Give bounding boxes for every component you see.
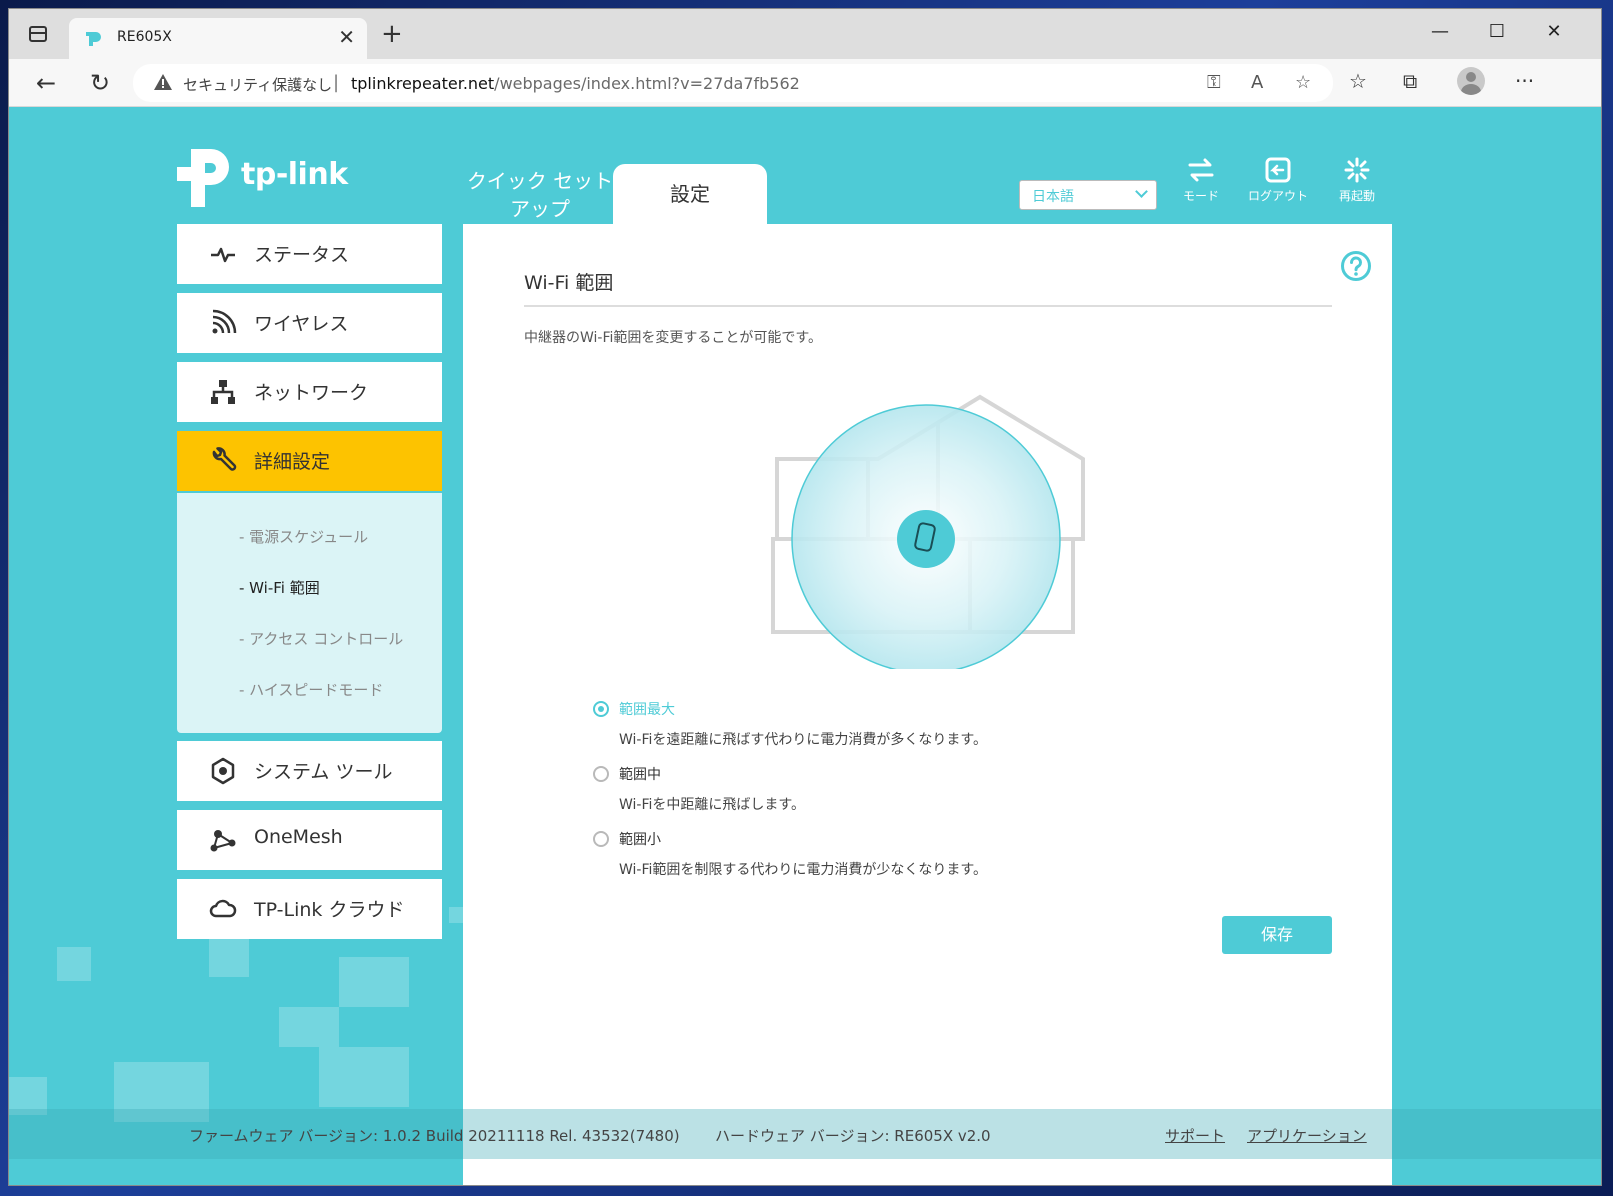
logout-icon — [1265, 157, 1291, 183]
router-page: tp-link クイック セット アップ 設定 日本語 モード ログアウト 再起… — [9, 107, 1601, 1185]
wireless-icon — [212, 309, 237, 334]
page-description: 中継器のWi-Fi範囲を変更することが可能です。 — [524, 330, 822, 346]
mode-button[interactable]: モード — [1166, 157, 1236, 204]
page-title: Wi-Fi 範囲 — [524, 272, 614, 294]
sidebar-item-system-tools[interactable]: システム ツール — [177, 741, 442, 801]
page-footer: ファームウェア バージョン: 1.0.2 Build 20211118 Rel.… — [9, 1109, 1601, 1159]
sidebar-item-label: ステータス — [254, 244, 350, 266]
chevron-down-icon — [1135, 185, 1148, 198]
content-panel: Wi-Fi 範囲 中継器のWi-Fi範囲を変更することが可能です。 範囲最大 W… — [463, 224, 1392, 1185]
address-bar: ← ↻ セキュリティ保護なし | tplinkrepeater.net/webp… — [9, 59, 1601, 107]
sidebar-item-label: ワイヤレス — [254, 313, 349, 335]
title-divider — [524, 305, 1332, 307]
decor-square — [57, 947, 91, 981]
app-link[interactable]: アプリケーション — [1247, 1125, 1367, 1146]
maximize-icon[interactable]: ☐ — [1482, 21, 1512, 42]
radio-range-max[interactable] — [593, 701, 609, 717]
range-mid-description: Wi-Fiを中距離に飛ばします。 — [619, 797, 805, 813]
favorites-icon[interactable]: ☆ — [1349, 69, 1367, 93]
tab-close-icon[interactable]: ✕ — [338, 25, 355, 49]
warning-icon — [154, 74, 172, 90]
language-select[interactable]: 日本語 — [1019, 180, 1157, 210]
sidebar-item-cloud[interactable]: TP-Link クラウド — [177, 879, 442, 939]
tab-actions-icon[interactable] — [29, 26, 47, 42]
tab-settings[interactable]: 設定 — [613, 164, 767, 224]
decor-square — [209, 937, 249, 977]
profile-avatar[interactable] — [1457, 67, 1485, 95]
sidebar-item-advanced[interactable]: 詳細設定 — [177, 431, 442, 491]
gear-icon — [211, 757, 235, 785]
browser-tab[interactable]: RE605X ✕ — [69, 18, 367, 59]
network-icon — [211, 380, 235, 404]
pulse-icon — [211, 247, 235, 263]
save-button[interactable]: 保存 — [1222, 916, 1332, 954]
hardware-version: ハードウェア バージョン: RE605X v2.0 — [715, 1127, 991, 1145]
sidebar-item-label: OneMesh — [254, 826, 343, 848]
range-max-description: Wi-Fiを遠距離に飛ばす代わりに電力消費が多くなります。 — [619, 732, 987, 748]
tab-title: RE605X — [117, 29, 172, 45]
tplink-logo-icon — [177, 149, 229, 207]
cloud-icon — [209, 899, 237, 918]
more-icon[interactable]: ··· — [1515, 69, 1534, 93]
sidebar-item-label: ネットワーク — [254, 382, 369, 404]
advanced-submenu: - 電源スケジュール - Wi-Fi 範囲 - アクセス コントロール - ハイ… — [177, 493, 442, 733]
decor-square — [449, 907, 463, 923]
decor-square — [339, 957, 409, 1007]
language-value: 日本語 — [1032, 189, 1074, 205]
reload-icon[interactable]: ↻ — [85, 68, 115, 98]
decor-square — [319, 1047, 409, 1107]
back-icon[interactable]: ← — [31, 68, 61, 98]
mode-switch-icon — [1188, 158, 1214, 182]
add-favorite-icon[interactable]: ☆ — [1295, 72, 1311, 93]
minimize-icon[interactable]: — — [1425, 21, 1455, 42]
collections-icon[interactable]: ⧉ — [1403, 69, 1417, 93]
tplink-logo: tp-link — [177, 147, 357, 209]
read-aloud-icon[interactable]: A — [1251, 72, 1263, 93]
radio-range-min[interactable] — [593, 831, 609, 847]
range-mid-label: 範囲中 — [619, 767, 661, 783]
key-icon[interactable]: ⚿ — [1207, 72, 1221, 93]
logout-label: ログアウト — [1247, 189, 1308, 203]
tab-quick-setup[interactable]: クイック セット アップ — [465, 167, 615, 223]
mesh-icon — [210, 830, 236, 852]
window-close-icon[interactable]: ✕ — [1539, 21, 1569, 42]
reboot-icon — [1344, 157, 1370, 183]
submenu-item-access-control[interactable]: - アクセス コントロール — [239, 628, 403, 649]
sidebar-item-label: システム ツール — [254, 761, 393, 783]
firmware-version: ファームウェア バージョン: 1.0.2 Build 20211118 Rel.… — [189, 1127, 680, 1145]
mode-label: モード — [1182, 189, 1219, 203]
decor-square — [279, 1007, 339, 1047]
url-text: tplinkrepeater.net/webpages/index.html?v… — [351, 74, 800, 93]
reboot-label: 再起動 — [1338, 189, 1375, 203]
sidebar-item-status[interactable]: ステータス — [177, 224, 442, 284]
range-min-label: 範囲小 — [619, 832, 661, 848]
sidebar-item-label: 詳細設定 — [254, 451, 331, 473]
sidebar-item-onemesh[interactable]: OneMesh — [177, 810, 442, 870]
url-separator: | — [333, 72, 340, 93]
tplink-favicon-icon — [86, 32, 101, 46]
range-max-label: 範囲最大 — [619, 702, 675, 718]
support-link[interactable]: サポート — [1165, 1125, 1225, 1146]
sidebar-item-wireless[interactable]: ワイヤレス — [177, 293, 442, 353]
wifi-range-illustration — [771, 394, 1085, 669]
logo-text: tp-link — [241, 157, 348, 192]
submenu-item-high-speed-mode[interactable]: - ハイスピードモード — [239, 679, 383, 700]
reboot-button[interactable]: 再起動 — [1322, 157, 1392, 204]
wrench-icon — [212, 447, 237, 471]
url-field[interactable]: セキュリティ保護なし | tplinkrepeater.net/webpages… — [133, 64, 1333, 102]
sidebar-item-label: TP-Link クラウド — [254, 899, 405, 921]
range-min-description: Wi-Fi範囲を制限する代わりに電力消費が少なくなります。 — [619, 862, 987, 878]
tab-bar: RE605X ✕ + — ☐ ✕ — [9, 9, 1601, 59]
browser-window: RE605X ✕ + — ☐ ✕ ← ↻ セキュリティ保護なし | tplink… — [8, 8, 1602, 1186]
submenu-item-wifi-range[interactable]: - Wi-Fi 範囲 — [239, 577, 320, 598]
security-status: セキュリティ保護なし — [183, 76, 333, 94]
sidebar-item-network[interactable]: ネットワーク — [177, 362, 442, 422]
new-tab-icon[interactable]: + — [381, 21, 403, 47]
help-icon[interactable] — [1340, 250, 1372, 282]
logout-button[interactable]: ログアウト — [1243, 157, 1313, 204]
submenu-item-power-schedule[interactable]: - 電源スケジュール — [239, 526, 368, 547]
radio-range-mid[interactable] — [593, 766, 609, 782]
